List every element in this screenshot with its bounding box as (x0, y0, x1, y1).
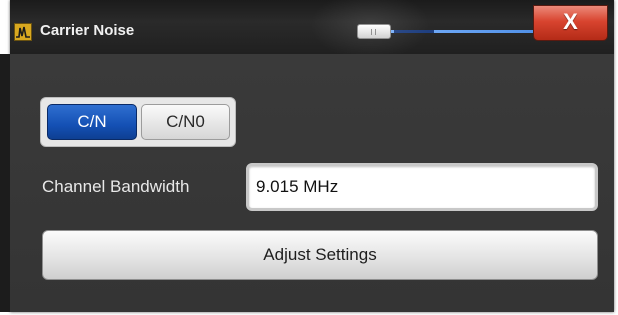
cn0-button[interactable]: C/N0 (141, 104, 230, 140)
cn-button[interactable]: C/N (47, 104, 137, 140)
channel-bandwidth-input[interactable] (246, 163, 598, 211)
transparency-slider-fill (394, 30, 434, 33)
carrier-noise-dialog: Carrier Noise X C/N C/N0 Channel Bandwid… (0, 0, 614, 312)
adjust-settings-button[interactable]: Adjust Settings (42, 230, 598, 280)
dialog-left-edge (0, 54, 10, 312)
spectrum-app-icon (14, 23, 32, 41)
dialog-title: Carrier Noise (40, 22, 135, 39)
transparency-slider-track[interactable] (366, 30, 542, 33)
dialog-titlebar[interactable]: Carrier Noise X (10, 0, 614, 54)
close-button[interactable]: X (533, 5, 608, 41)
close-icon: X (563, 9, 578, 34)
transparency-slider-thumb[interactable] (357, 24, 391, 39)
channel-bandwidth-label: Channel Bandwidth (42, 177, 190, 196)
cn-mode-toggle: C/N C/N0 (40, 97, 236, 147)
